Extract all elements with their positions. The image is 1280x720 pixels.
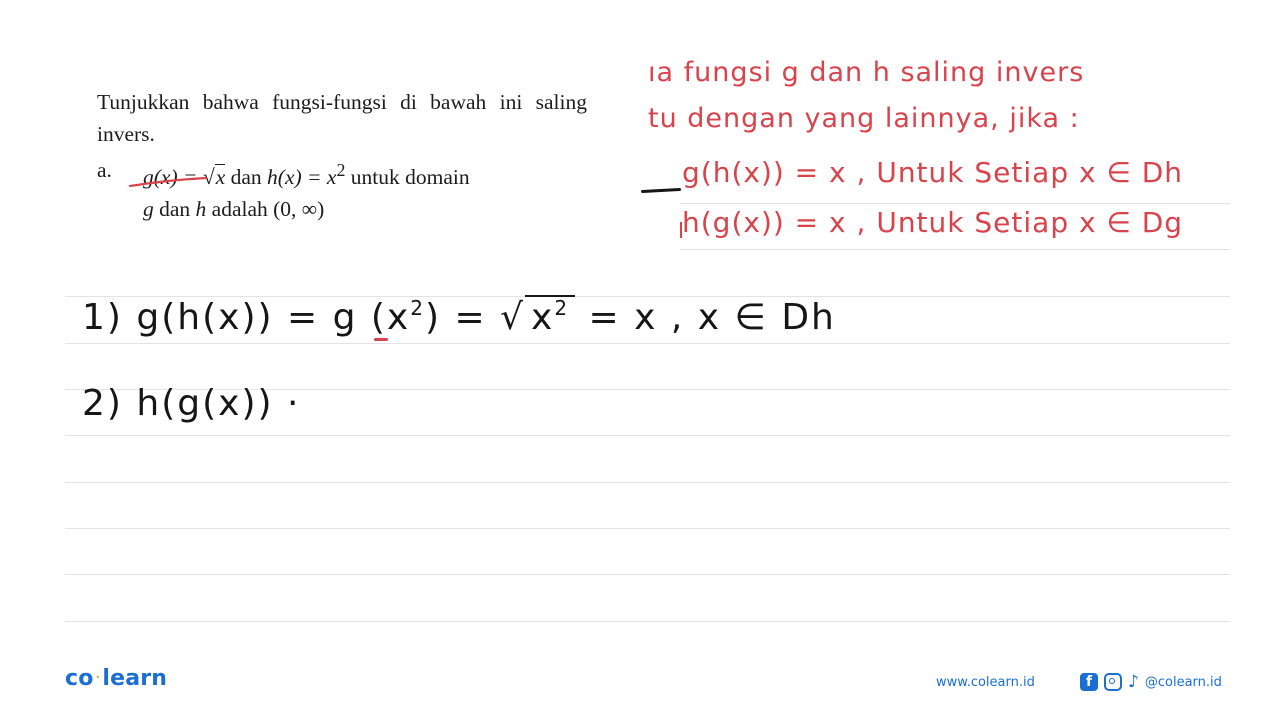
pen-tick-mark <box>680 222 682 238</box>
ruled-line <box>65 435 1230 436</box>
ruled-line <box>65 482 1230 483</box>
logo-learn: learn <box>102 666 168 691</box>
facebook-icon[interactable]: f <box>1080 673 1098 691</box>
instagram-icon[interactable] <box>1104 673 1122 691</box>
logo-dot: · <box>95 670 101 684</box>
annotation-line-2: tu dengan yang lainnya, jika : <box>648 103 1080 134</box>
problem-statement: Tunjukkan bahwa fungsi-fungsi di bawah i… <box>97 86 587 225</box>
domain-g: g <box>143 197 154 222</box>
pen-dash-mark <box>640 187 682 194</box>
domain-conj: dan <box>153 197 196 222</box>
ruled-line <box>680 203 1230 204</box>
problem-intro: Tunjukkan bahwa fungsi-fungsi di bawah i… <box>97 90 587 146</box>
step1-sqrt-arg: x <box>531 297 555 338</box>
step1-sqrt: x2 <box>525 295 576 338</box>
step1-exponent: 2 <box>410 296 425 320</box>
conjunction: dan <box>225 165 268 190</box>
work-step-2: 2) h(g(x)) · <box>82 383 301 424</box>
ruled-line <box>65 621 1230 622</box>
step1-mid: ) = √ <box>424 297 526 338</box>
ruled-line <box>65 343 1230 344</box>
item-tail: untuk domain <box>345 165 470 190</box>
red-underline-stroke <box>128 176 208 188</box>
domain-h: h <box>195 197 207 222</box>
g-sqrt-arg: x <box>214 164 226 190</box>
ruled-line <box>65 528 1230 529</box>
domain-interval: adalah (0, ∞) <box>206 197 325 222</box>
ruled-line <box>680 249 1230 250</box>
annotation-condition-2: h(g(x)) = x , Untuk Setiap x ∈ Dg <box>682 206 1184 239</box>
item-body: g(x) = √x dan h(x) = x2 untuk domain g d… <box>143 154 587 225</box>
red-underline-mark <box>374 338 388 341</box>
social-handle[interactable]: @colearn.id <box>1145 675 1222 690</box>
social-links: f ♪ @colearn.id <box>1080 672 1222 692</box>
step1-prefix: 1) g(h(x)) = g (x <box>82 297 411 338</box>
colearn-logo: co ·learn <box>65 666 167 691</box>
work-step-1: 1) g(h(x)) = g (x2) = √ x2 = x , x ∈ Dh <box>82 295 836 338</box>
tiktok-icon[interactable]: ♪ <box>1128 672 1139 692</box>
step1-sqrt-exponent: 2 <box>554 296 570 320</box>
step1-tail: = x , x ∈ Dh <box>575 297 836 338</box>
annotation-condition-1: g(h(x)) = x , Untuk Setiap x ∈ Dh <box>682 156 1184 189</box>
ruled-line <box>65 574 1230 575</box>
annotation-line-1: ıa fungsi g dan h saling invers <box>648 57 1085 88</box>
h-definition: h(x) = x <box>267 165 337 190</box>
logo-co: co <box>65 666 94 691</box>
website-link[interactable]: www.colearn.id <box>936 675 1035 690</box>
